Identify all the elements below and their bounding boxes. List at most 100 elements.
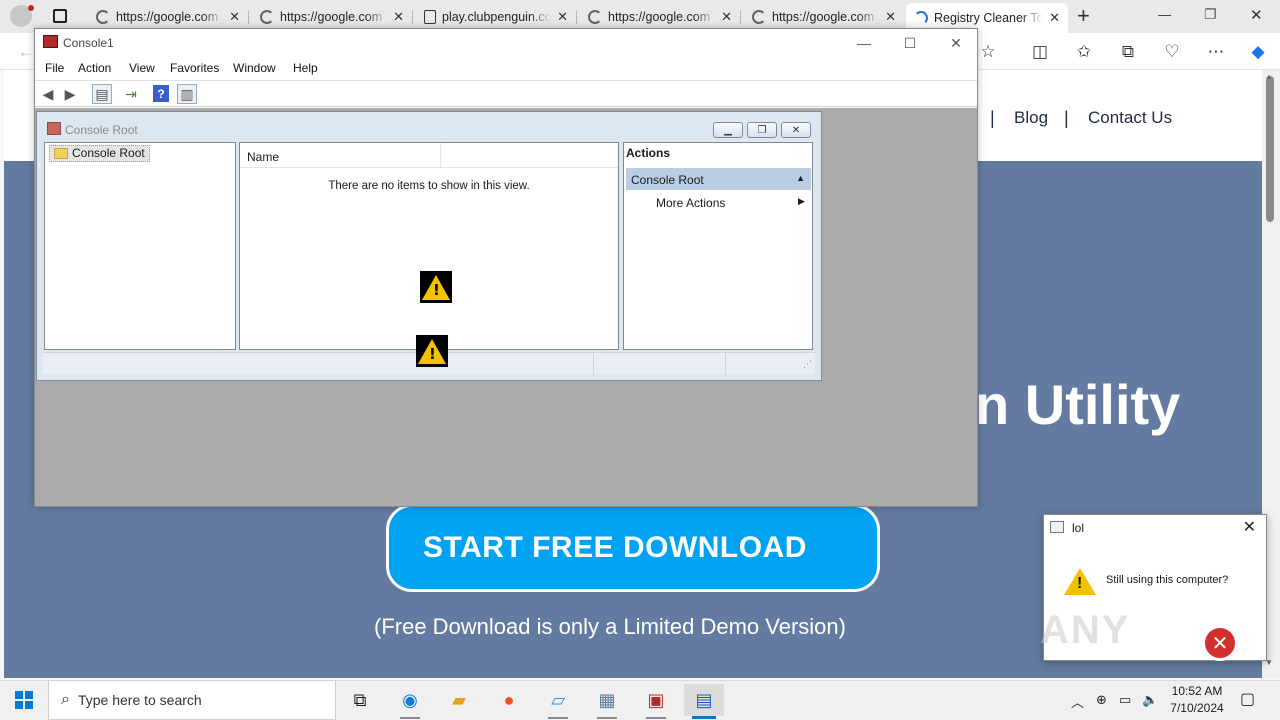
firefox-icon[interactable]: ● <box>489 684 529 716</box>
browser-restore-button[interactable]: ❐ <box>1204 6 1217 23</box>
file-explorer-icon[interactable]: ▰ <box>439 684 479 716</box>
browser-minimize-button[interactable]: — <box>1158 7 1171 22</box>
page-icon <box>424 10 436 24</box>
show-hide-tree-icon[interactable]: ▤ <box>92 84 112 104</box>
collapse-arrow-icon[interactable]: ▲ <box>796 173 805 183</box>
mmc-toolbar: ◀ ▶ ▤ ⇥ ? ▥ <box>35 80 977 107</box>
warning-icon: ! <box>420 271 452 303</box>
menu-favorites[interactable]: Favorites <box>170 61 219 75</box>
google-icon <box>752 10 766 24</box>
stop-recording-icon[interactable]: ✕ <box>1202 625 1238 661</box>
start-button[interactable] <box>0 680 48 720</box>
favorite-star-icon[interactable]: ☆ <box>976 41 1000 63</box>
tab-google-3[interactable]: https://google.com ✕ <box>580 4 740 30</box>
network-icon[interactable]: ▭ <box>1119 692 1131 708</box>
dialog-title: lol <box>1072 521 1085 535</box>
tab-label: https://google.com <box>116 10 219 24</box>
show-hide-action-pane-icon[interactable]: ▥ <box>177 84 197 104</box>
export-list-icon[interactable]: ⇥ <box>121 84 141 104</box>
column-divider[interactable] <box>440 143 441 168</box>
google-icon <box>96 10 110 24</box>
app-icon[interactable]: ▱ <box>538 684 578 719</box>
close-tab-icon[interactable]: ✕ <box>393 9 404 25</box>
submenu-arrow-icon: ▶ <box>798 196 805 206</box>
help-icon[interactable]: ? <box>153 85 169 102</box>
close-tab-icon[interactable]: ✕ <box>229 9 240 25</box>
mmc-minimize-button[interactable]: — <box>841 31 887 55</box>
favorites-icon[interactable]: ✩ <box>1072 41 1096 63</box>
tab-google-2[interactable]: https://google.com ✕ <box>252 4 412 30</box>
close-tab-icon[interactable]: ✕ <box>721 9 732 25</box>
dialog-close-button[interactable]: ✕ <box>1243 517 1256 537</box>
tab-label: https://google.com <box>772 10 875 24</box>
nav-link-contact[interactable]: Contact Us <box>1088 108 1172 128</box>
mmc-title-bar[interactable]: Console1 — ☐ ✕ <box>35 29 977 57</box>
forward-icon[interactable]: ▶ <box>60 84 80 104</box>
tab-google-1[interactable]: https://google.com ✕ <box>88 4 248 30</box>
hero-title: n Utility <box>975 373 1181 436</box>
mmc-maximize-button[interactable]: ☐ <box>887 31 933 55</box>
more-options-icon[interactable]: ⋯ <box>1204 41 1228 63</box>
resize-grip-icon[interactable]: ⋰ <box>803 359 812 370</box>
nav-link-blog[interactable]: Blog <box>1014 108 1048 128</box>
close-tab-icon[interactable]: ✕ <box>557 9 568 25</box>
menu-window[interactable]: Window <box>233 61 276 75</box>
console-root-title-bar[interactable]: Console Root ▁ ❐ ✕ <box>37 112 821 142</box>
list-column-header: Name <box>240 143 618 168</box>
clock-time[interactable]: 10:52 AM <box>1165 684 1229 698</box>
tab-google-4[interactable]: https://google.com ✕ <box>744 4 904 30</box>
notifications-icon[interactable]: ▢ <box>1240 689 1255 709</box>
tree-pane: Console Root <box>44 142 236 350</box>
volume-icon[interactable]: 🔈 <box>1142 692 1158 708</box>
more-actions-item[interactable]: More Actions <box>656 196 725 210</box>
menu-help[interactable]: Help <box>293 61 318 75</box>
tab-clubpenguin[interactable]: play.clubpenguin.com ✕ <box>416 4 576 30</box>
child-close-button[interactable]: ✕ <box>781 122 811 138</box>
browser-close-button[interactable]: ✕ <box>1250 6 1263 24</box>
tab-label: Registry Cleaner To <box>934 11 1044 25</box>
status-divider <box>593 353 594 375</box>
mmc-close-button[interactable]: ✕ <box>933 31 979 55</box>
task-view-icon[interactable]: ⧉ <box>340 684 380 716</box>
new-tab-button[interactable]: + <box>1077 3 1090 29</box>
close-tab-icon[interactable]: ✕ <box>885 9 896 25</box>
demo-note: (Free Download is only a Limited Demo Ve… <box>374 614 846 639</box>
warning-icon: ! <box>416 335 448 367</box>
collections-icon[interactable]: ⧉ <box>1116 41 1140 63</box>
scrollbar-thumb[interactable] <box>1266 76 1274 222</box>
tab-actions-icon[interactable] <box>53 9 67 23</box>
close-tab-icon[interactable]: ✕ <box>1049 10 1060 26</box>
console-taskbar-icon[interactable]: ▤ <box>684 684 724 719</box>
loading-icon <box>914 11 928 25</box>
actions-group-label: Console Root <box>631 173 704 187</box>
mmc-app-icon <box>43 35 58 48</box>
copilot-icon[interactable]: ◆ <box>1246 41 1270 63</box>
menu-action[interactable]: Action <box>78 61 111 75</box>
folder-icon <box>54 148 68 159</box>
actions-group-console-root[interactable]: Console Root ▲ <box>626 168 811 190</box>
split-screen-icon[interactable]: ◫ <box>1028 41 1052 63</box>
nav-separator: | <box>990 108 995 128</box>
resource-monitor-icon[interactable]: ▦ <box>587 684 627 719</box>
mmc-taskbar-icon[interactable]: ▣ <box>636 684 676 719</box>
tree-item-console-root[interactable]: Console Root <box>49 145 150 162</box>
browser-essentials-icon[interactable]: ♡ <box>1160 41 1184 63</box>
google-icon <box>588 10 602 24</box>
show-hidden-icons-icon[interactable]: ︿ <box>1071 692 1084 711</box>
meet-now-icon[interactable]: ⊕ <box>1096 692 1107 708</box>
scroll-up-icon[interactable]: ▲ <box>1265 72 1273 81</box>
column-name-header[interactable]: Name <box>247 150 279 164</box>
tree-item-label: Console Root <box>72 146 145 160</box>
child-minimize-button[interactable]: ▁ <box>713 122 743 138</box>
menu-file[interactable]: File <box>45 61 64 75</box>
dialog-app-icon <box>1050 521 1064 533</box>
watermark: ANY <box>1040 608 1131 652</box>
clock-date[interactable]: 7/10/2024 <box>1165 701 1229 715</box>
taskbar-search-box[interactable]: ⌕ Type here to search <box>48 680 336 720</box>
menu-view[interactable]: View <box>129 61 155 75</box>
child-restore-button[interactable]: ❐ <box>747 122 777 138</box>
back-icon[interactable]: ◀ <box>38 84 58 104</box>
edge-icon[interactable]: ◉ <box>390 684 430 719</box>
result-pane: Name There are no items to show in this … <box>239 142 619 350</box>
start-free-download-button[interactable]: START FREE DOWNLOAD <box>386 504 880 592</box>
